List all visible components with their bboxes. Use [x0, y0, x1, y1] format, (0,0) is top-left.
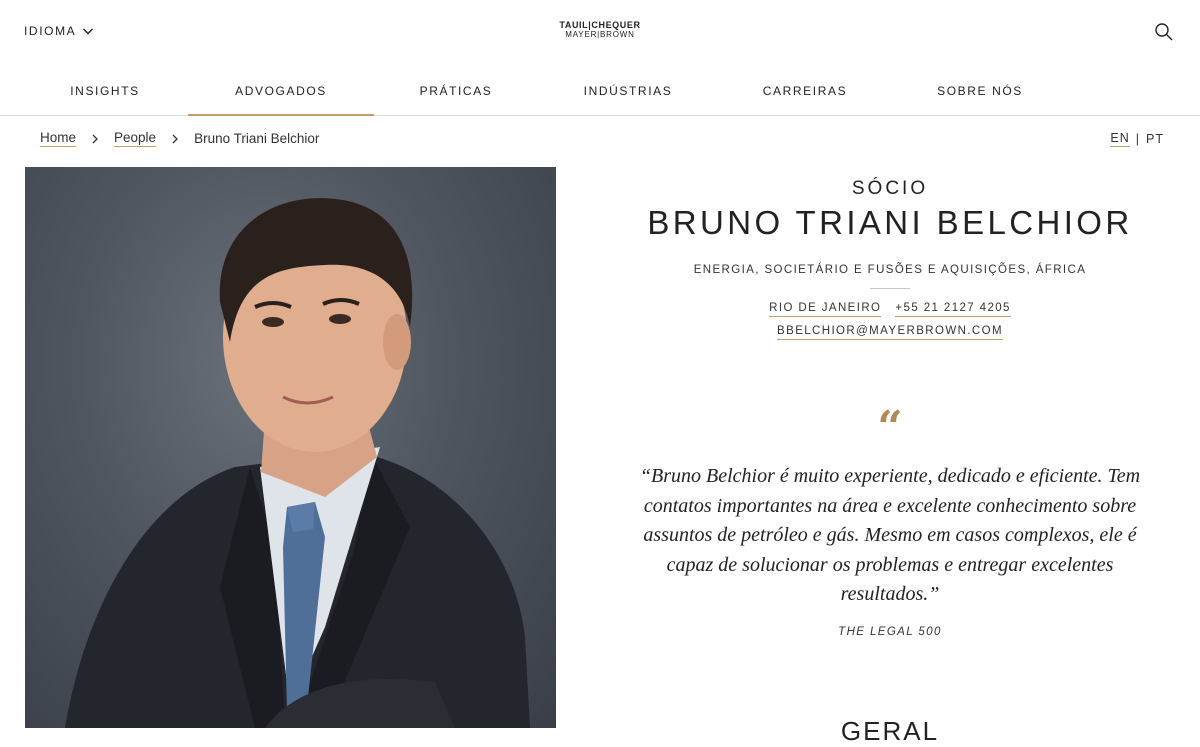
top-bar: IDIOMA TAUIL|CHEQUER MAYER|BROWN: [0, 0, 1200, 66]
quote-source: THE LEGAL 500: [838, 625, 942, 638]
logo[interactable]: TAUIL|CHEQUER MAYER|BROWN: [559, 20, 640, 40]
main-nav: INSIGHTS ADVOGADOS PRÁTICAS INDÚSTRIAS C…: [0, 66, 1200, 116]
breadcrumb-people-link[interactable]: People: [114, 130, 157, 147]
nav-item-praticas[interactable]: PRÁTICAS: [394, 66, 518, 116]
testimonial-quote: “Bruno Belchior é muito experiente, dedi…: [639, 465, 1141, 605]
phone-link[interactable]: +55 21 2127 4205: [895, 302, 1011, 317]
email-link[interactable]: BBELCHIOR@MAYERBROWN.COM: [777, 325, 1003, 340]
nav-item-industrias[interactable]: INDÚSTRIAS: [568, 66, 688, 116]
profile-name: BRUNO TRIANI BELCHIOR: [647, 204, 1133, 241]
chevron-right-icon: [76, 133, 114, 145]
breadcrumb-home-link[interactable]: Home: [40, 130, 77, 147]
language-dropdown[interactable]: IDIOMA: [24, 24, 94, 38]
language-pt-link[interactable]: PT: [1146, 132, 1164, 146]
profile-info: SÓCIO BRUNO TRIANI BELCHIOR ENERGIA, SOC…: [580, 170, 1200, 638]
profile-practices: ENERGIA, SOCIETÁRIO E FUSÕES E AQUISIÇÕE…: [693, 264, 1087, 276]
nav-item-advogados[interactable]: ADVOGADOS: [188, 66, 374, 116]
quote-mark-icon: “: [877, 402, 903, 453]
breadcrumb-current: Bruno Triani Belchior: [194, 131, 320, 146]
language-switch: EN | PT: [1110, 131, 1164, 147]
language-en-link[interactable]: EN: [1110, 131, 1130, 147]
office-link[interactable]: RIO DE JANEIRO: [769, 302, 882, 317]
contact-row: RIO DE JANEIRO +55 21 2127 4205: [580, 302, 1200, 317]
divider: [870, 288, 910, 289]
chevron-right-icon: [156, 133, 194, 145]
email-row: BBELCHIOR@MAYERBROWN.COM: [580, 325, 1200, 340]
search-icon[interactable]: [1154, 22, 1174, 42]
language-dropdown-label: IDIOMA: [24, 24, 77, 38]
portrait-illustration: [65, 198, 530, 728]
nav-item-insights[interactable]: INSIGHTS: [40, 66, 170, 116]
logo-line-2: MAYER|BROWN: [565, 29, 635, 39]
nav-item-sobre-nos[interactable]: SOBRE NÓS: [920, 66, 1040, 116]
language-separator: |: [1135, 132, 1141, 146]
profile-photo: [25, 167, 556, 728]
profile-role: SÓCIO: [851, 178, 929, 199]
breadcrumb: Home People Bruno Triani Belchior: [40, 130, 319, 147]
section-title: GERAL: [840, 716, 940, 746]
nav-item-carreiras[interactable]: CARREIRAS: [745, 66, 865, 116]
chevron-down-icon: [83, 28, 94, 35]
